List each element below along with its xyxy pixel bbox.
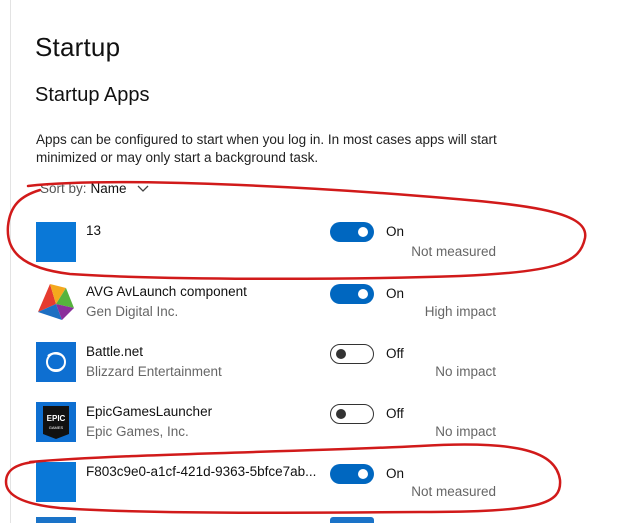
toggle-state-label: Off bbox=[386, 346, 404, 361]
sort-value: Name bbox=[90, 181, 127, 196]
list-item: F803c9e0-a1cf-421d-9363-5bfce7ab... On N… bbox=[36, 462, 496, 522]
app-name: F803c9e0-a1cf-421d-9363-5bfce7ab... bbox=[86, 464, 317, 479]
toggle-state-label: On bbox=[386, 286, 405, 301]
impact-label: Not measured bbox=[411, 244, 496, 259]
svg-text:EPIC: EPIC bbox=[47, 414, 66, 423]
startup-toggle[interactable] bbox=[330, 284, 374, 304]
section-description: Apps can be configured to start when you… bbox=[36, 132, 497, 165]
app-name: AVG AvLaunch component bbox=[86, 284, 247, 299]
chevron-down-icon bbox=[137, 185, 149, 192]
app-publisher: Epic Games, Inc. bbox=[86, 424, 189, 439]
page-title: Startup bbox=[35, 32, 121, 62]
startup-toggle[interactable] bbox=[330, 344, 374, 364]
startup-toggle[interactable] bbox=[330, 222, 374, 242]
impact-label: No impact bbox=[435, 364, 496, 379]
list-item: Battle.net Blizzard Entertainment Off No… bbox=[36, 342, 496, 402]
nav-divider bbox=[10, 0, 11, 523]
battlenet-icon bbox=[36, 342, 76, 382]
list-item: EPIC GAMES EpicGamesLauncher Epic Games,… bbox=[36, 402, 496, 462]
app-publisher: Gen Digital Inc. bbox=[86, 304, 179, 319]
toggle-state-label: On bbox=[386, 466, 405, 481]
toggle-state-label: Off bbox=[386, 406, 404, 421]
startup-toggle[interactable] bbox=[330, 464, 374, 484]
impact-label: High impact bbox=[424, 304, 496, 319]
impact-label: Not measured bbox=[411, 484, 496, 499]
app-name: Battle.net bbox=[86, 344, 144, 359]
section-title: Startup Apps bbox=[35, 84, 150, 106]
next-toggle-partial[interactable] bbox=[330, 517, 374, 523]
svg-text:GAMES: GAMES bbox=[49, 425, 64, 430]
avg-logo-icon bbox=[36, 282, 76, 322]
epic-games-icon: EPIC GAMES bbox=[36, 402, 76, 442]
list-item: 13 On Not measured bbox=[36, 222, 496, 280]
app-name: EpicGamesLauncher bbox=[86, 404, 213, 419]
next-app-icon-partial bbox=[36, 517, 76, 523]
startup-settings-page: Startup Startup Apps Apps can be configu… bbox=[0, 0, 633, 523]
blank-tile-icon bbox=[36, 222, 76, 262]
toggle-state-label: On bbox=[386, 224, 405, 239]
sort-label: Sort by: bbox=[40, 181, 87, 196]
impact-label: No impact bbox=[435, 424, 496, 439]
app-publisher: Blizzard Entertainment bbox=[86, 364, 222, 379]
app-name: 13 bbox=[86, 223, 102, 238]
sort-dropdown[interactable]: Sort by: Name bbox=[40, 181, 149, 196]
blank-tile-icon bbox=[36, 462, 76, 502]
list-item: AVG AvLaunch component Gen Digital Inc. … bbox=[36, 282, 496, 342]
startup-toggle[interactable] bbox=[330, 404, 374, 424]
